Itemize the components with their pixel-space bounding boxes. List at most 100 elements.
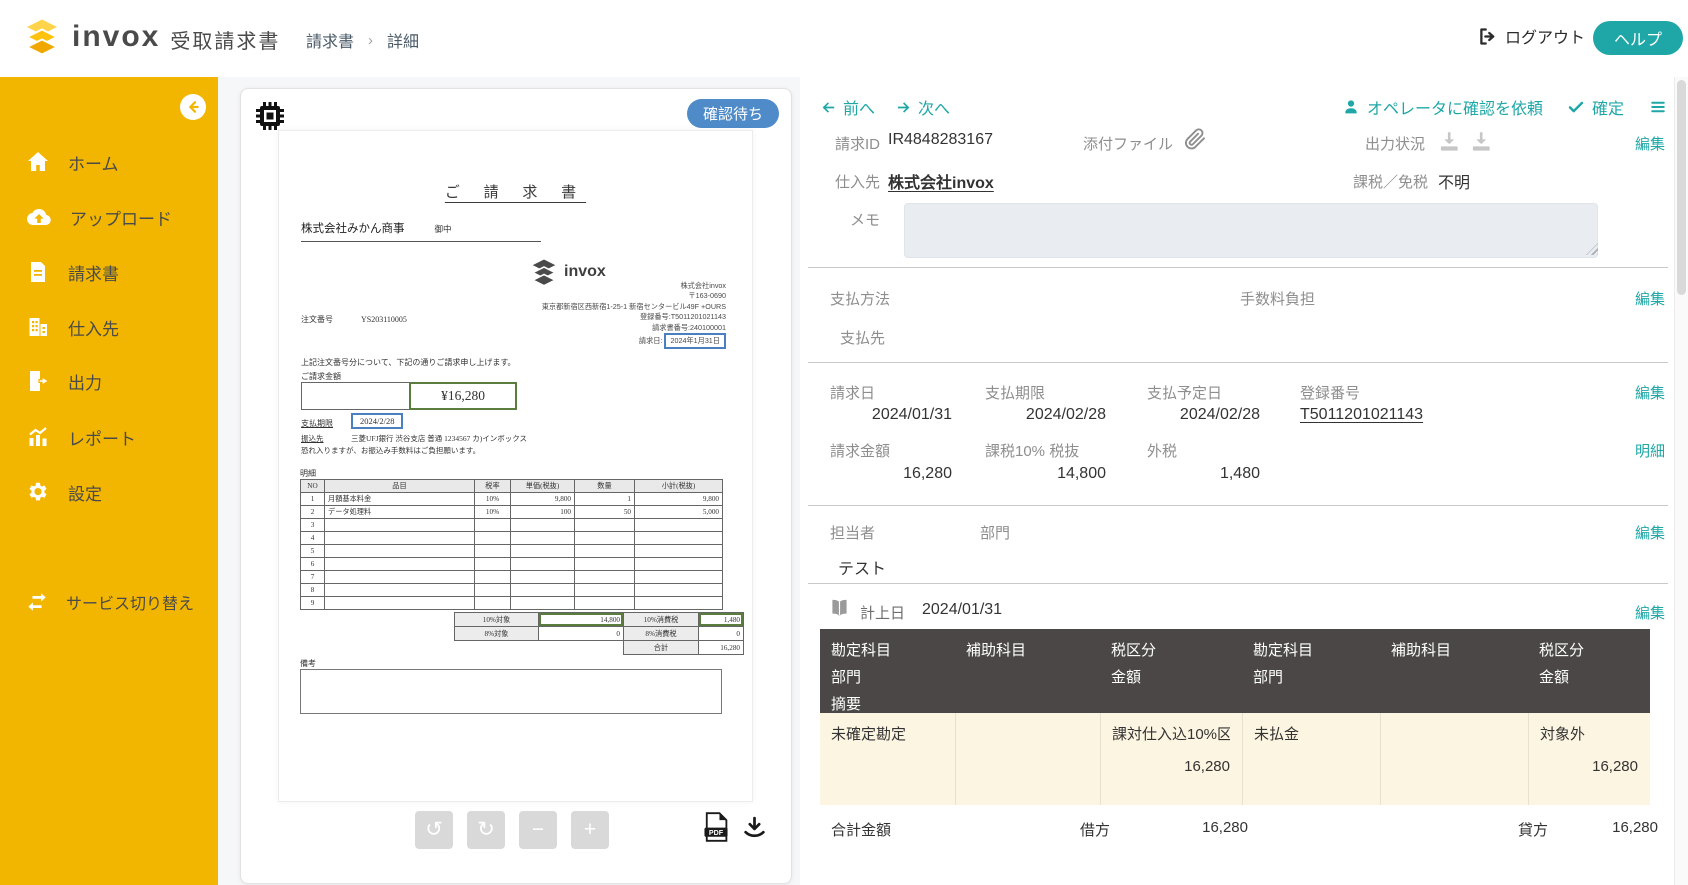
regno-label: 登録番号: [1300, 382, 1360, 403]
more-menu-button[interactable]: [1648, 98, 1668, 116]
logo-text: invox: [72, 20, 160, 54]
sidebar-item-suppliers[interactable]: 仕入先: [0, 311, 218, 343]
summary-label: 8%消費税: [624, 627, 699, 641]
zoom-in-button[interactable]: +: [571, 811, 609, 849]
next-button[interactable]: 次へ: [895, 95, 950, 119]
sidebar-item-service-switch[interactable]: サービス切り替え: [0, 586, 218, 618]
sidebar-item-label: 仕入先: [68, 315, 119, 340]
cell-item: [325, 532, 475, 545]
doc-items-header: 税率: [475, 480, 511, 493]
download-image-button[interactable]: [742, 815, 767, 845]
sidebar-item-invoices[interactable]: 請求書: [0, 256, 218, 288]
sidebar-item-output[interactable]: 出力: [0, 365, 218, 397]
cell-price: [511, 532, 575, 545]
doc-item-row: 1月額基本料金10%9,80019,800: [301, 493, 723, 506]
status-badge: 確認待ち: [687, 99, 779, 128]
check-icon: [1567, 98, 1585, 116]
doc-remarks-box: [300, 669, 722, 714]
cloud-upload-icon: [26, 205, 52, 229]
edit-journal-link[interactable]: 編集: [1635, 602, 1665, 623]
detail-lines-link[interactable]: 明細: [1635, 440, 1665, 461]
journal-table-row[interactable]: 未確定勘定 課対仕入込10%区分 16,280 未払金 対象外 16,280: [820, 713, 1650, 805]
doc-items-label: 明細: [300, 468, 316, 479]
header-credit-account: 勘定科目: [1253, 637, 1368, 664]
sidebar-item-home[interactable]: ホーム: [0, 146, 218, 178]
breadcrumb-section[interactable]: 請求書: [306, 28, 354, 52]
invoice-id-value: IR4848283167: [888, 131, 993, 149]
supplier-label: 仕入先: [800, 171, 880, 192]
cell-price: [511, 558, 575, 571]
cell-no: 4: [301, 532, 325, 545]
doc-amount-highlight: ¥16,280: [409, 382, 517, 410]
doc-honorific: 御中: [435, 224, 452, 234]
cell-no: 1: [301, 493, 325, 506]
summary-label: 合計: [624, 641, 699, 655]
cell-subtotal: 9,800: [635, 493, 723, 506]
doc-item-row: 8: [301, 584, 723, 597]
output-download-icon-1[interactable]: [1436, 129, 1462, 155]
hamburger-menu-icon: [1648, 98, 1668, 116]
memo-input[interactable]: [904, 203, 1598, 258]
rotate-left-button[interactable]: ↺: [415, 811, 453, 849]
edit-person-link[interactable]: 編集: [1635, 522, 1665, 543]
building-icon: [26, 315, 50, 339]
cell-price: 100: [511, 506, 575, 519]
output-download-icon-2[interactable]: [1468, 129, 1494, 155]
header-credit-department: 部門: [1253, 664, 1368, 691]
cell-qty: [575, 584, 635, 597]
attachment-label: 添付ファイル: [1083, 133, 1173, 154]
cell-subtotal: 5,000: [635, 506, 723, 519]
export-icon: [26, 369, 50, 393]
cell-subtotal: [635, 519, 723, 532]
edit-billing-link[interactable]: 編集: [1635, 382, 1665, 403]
prev-button[interactable]: 前へ: [820, 95, 875, 119]
edit-info-link[interactable]: 編集: [1635, 133, 1665, 154]
doc-issue-date-highlight: 2024年1月31日: [664, 333, 726, 349]
cell-item: [325, 519, 475, 532]
journal-table-header: 勘定科目 部門 摘要 補助科目 税区分 金額 勘定科目 部門 補助科目 税区分 …: [820, 629, 1650, 713]
sidebar-item-label: ホーム: [68, 150, 119, 175]
sidebar-item-label: レポート: [68, 425, 136, 450]
debit-total-value: 16,280: [1150, 819, 1248, 836]
summary-label: 8%対象: [455, 627, 539, 641]
external-tax-label: 外税: [1147, 440, 1177, 461]
app-title: 受取請求書: [170, 25, 280, 54]
paperclip-icon[interactable]: [1183, 127, 1207, 151]
pdf-download-button[interactable]: PDF: [703, 812, 729, 847]
doc-greeting: 上記注文番号分について、下記の通りご請求申し上げます。: [301, 357, 516, 368]
debit-account: 未確定勘定: [831, 721, 943, 748]
sidebar-item-upload[interactable]: アップロード: [0, 201, 218, 233]
cell-item: 月額基本料金: [325, 493, 475, 506]
sidebar-item-settings[interactable]: 設定: [0, 476, 218, 508]
cell-rate: [475, 558, 511, 571]
total-amount-label: 合計金額: [831, 819, 891, 840]
header-debit-taxdiv: 税区分: [1111, 637, 1230, 664]
doc-items-table: NO 品目 税率 単価(税抜) 数量 小計(税抜) 1月額基本料金10%9,80…: [300, 479, 723, 610]
billed-amount-label: 請求金額: [830, 440, 890, 461]
department-label: 部門: [980, 522, 1010, 543]
cell-price: [511, 597, 575, 610]
pdf-icon: PDF: [703, 812, 729, 842]
sidebar-collapse-button[interactable]: [180, 94, 206, 120]
logout-button[interactable]: ログアウト: [1477, 24, 1585, 48]
sidebar-item-reports[interactable]: レポート: [0, 421, 218, 453]
request-operator-check-button[interactable]: オペレータに確認を依頼: [1342, 95, 1543, 119]
sidebar-item-label: 請求書: [68, 260, 119, 285]
zoom-out-button[interactable]: −: [519, 811, 557, 849]
cell-item: [325, 584, 475, 597]
help-button[interactable]: ヘルプ: [1593, 21, 1683, 55]
confirm-button[interactable]: 確定: [1567, 95, 1624, 119]
cell-no: 5: [301, 545, 325, 558]
doc-issuer-block: 株式会社invox 〒163-0690 東京都新宿区西新宿1-25-1 新宿セン…: [542, 281, 726, 333]
sidebar-item-label: サービス切り替え: [66, 590, 194, 614]
doc-summary-row: 合計 16,280: [455, 641, 744, 655]
supplier-link[interactable]: 株式会社invox: [888, 169, 994, 193]
section-divider: [808, 583, 1668, 584]
invoice-date-value: 2024/01/31: [830, 406, 952, 424]
invoice-document[interactable]: ご 請 求 書 株式会社みかん商事 御中 invox 株式会社invox 〒16…: [278, 130, 753, 802]
edit-payment-link[interactable]: 編集: [1635, 288, 1665, 309]
regno-link[interactable]: T5011201021143: [1300, 406, 1423, 424]
page-scrollbar[interactable]: [1674, 77, 1688, 885]
scrollbar-thumb[interactable]: [1677, 80, 1686, 295]
rotate-right-button[interactable]: ↻: [467, 811, 505, 849]
